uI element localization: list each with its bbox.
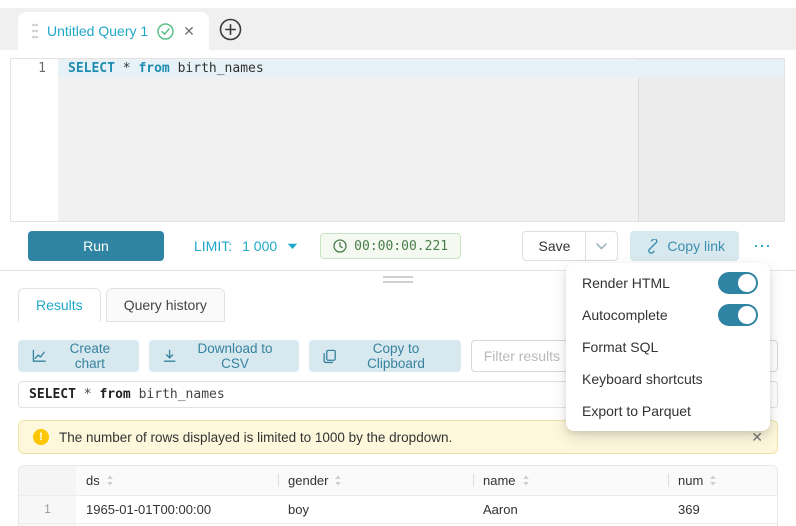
cell-name: Aaron <box>473 495 668 523</box>
menu-item-autocomplete[interactable]: Autocomplete <box>566 299 770 331</box>
menu-item-label: Export to Parquet <box>582 403 691 419</box>
new-tab-area <box>219 8 242 50</box>
copy-link-button[interactable]: Copy link <box>630 231 739 261</box>
editor-line-number: 1 <box>11 60 58 77</box>
chevron-down-icon <box>596 243 607 250</box>
sort-icon <box>106 475 114 486</box>
copy-link-label: Copy link <box>667 238 725 254</box>
caret-down-icon <box>287 243 298 250</box>
download-csv-label: Download to CSV <box>185 341 285 371</box>
banner-close-icon[interactable]: ✕ <box>751 429 763 446</box>
save-button[interactable]: Save <box>523 232 585 260</box>
add-tab-icon[interactable] <box>219 18 242 41</box>
column-label: gender <box>288 473 328 488</box>
query-tab-bar: Untitled Query 1 ✕ <box>0 8 796 50</box>
save-options-caret[interactable] <box>585 232 617 260</box>
clock-icon <box>333 239 347 253</box>
tab-query-history[interactable]: Query history <box>106 288 225 322</box>
drag-grip-icon <box>32 23 38 39</box>
limit-label: LIMIT: <box>194 238 232 254</box>
sql-keyword: SELECT <box>29 387 76 402</box>
menu-item-label: Format SQL <box>582 339 658 355</box>
column-label: num <box>678 473 703 488</box>
sql-identifier: birth_names <box>139 387 225 402</box>
table-header-row: ds gender name num <box>19 466 777 495</box>
query-timer-badge: 00:00:00.221 <box>320 233 461 259</box>
south-pane-tabs: Results Query history <box>18 288 225 322</box>
create-chart-button[interactable]: Create chart <box>18 340 139 372</box>
tab-close-icon[interactable]: ✕ <box>183 23 195 40</box>
sql-lab-page: Untitled Query 1 ✕ 1 SELECT * from bir <box>0 0 796 526</box>
more-options-icon[interactable]: ⋯ <box>753 237 772 255</box>
editor-code-line: SELECT * from birth_names <box>68 60 264 77</box>
warning-text: The number of rows displayed is limited … <box>59 430 741 445</box>
column-label: name <box>483 473 516 488</box>
copy-clipboard-button[interactable]: Copy to Clipboard <box>309 340 461 372</box>
sql-keyword: from <box>138 61 169 76</box>
menu-item-label: Keyboard shortcuts <box>582 371 703 387</box>
copy-clipboard-label: Copy to Clipboard <box>345 341 447 371</box>
render-html-toggle[interactable] <box>718 272 758 294</box>
menu-item-label: Autocomplete <box>582 307 668 323</box>
save-split-button: Save <box>522 231 618 261</box>
cell-ds: 1965-01-01T00:00:00 <box>76 495 278 523</box>
menu-item-label: Render HTML <box>582 275 670 291</box>
download-csv-button[interactable]: Download to CSV <box>149 340 299 372</box>
copy-icon <box>323 349 336 364</box>
table-row[interactable]: 1 1965-01-01T00:00:00 boy Aaron 369 <box>19 495 777 523</box>
column-header-name[interactable]: name <box>473 466 668 495</box>
limit-dropdown[interactable]: LIMIT: 1 000 <box>194 238 298 254</box>
query-tab-label: Untitled Query 1 <box>47 23 148 39</box>
menu-item-keyboard-shortcuts[interactable]: Keyboard shortcuts <box>566 363 770 395</box>
tab-results[interactable]: Results <box>18 288 101 322</box>
menu-item-export-parquet[interactable]: Export to Parquet <box>566 395 770 427</box>
pane-resize-handle[interactable] <box>383 276 413 286</box>
more-options-menu: Render HTML Autocomplete Format SQL Keyb… <box>566 263 770 431</box>
sql-keyword: from <box>99 387 130 402</box>
sort-icon <box>709 475 717 486</box>
timer-value: 00:00:00.221 <box>354 239 448 254</box>
sql-star: * <box>123 61 131 76</box>
query-success-check-icon <box>157 23 174 40</box>
download-icon <box>163 349 176 363</box>
cell-num: 369 <box>668 495 777 523</box>
sql-editor[interactable]: 1 SELECT * from birth_names <box>10 58 785 222</box>
column-label: ds <box>86 473 100 488</box>
sql-identifier: birth_names <box>178 61 264 76</box>
warning-icon: ! <box>33 429 49 445</box>
column-header-num[interactable]: num <box>668 466 777 495</box>
row-index-header <box>19 466 76 495</box>
editor-gutter <box>11 59 58 221</box>
sort-icon <box>522 475 530 486</box>
cell-gender: boy <box>278 495 473 523</box>
sort-icon <box>334 475 342 486</box>
chart-icon <box>32 349 46 363</box>
autocomplete-toggle[interactable] <box>718 304 758 326</box>
editor-print-margin <box>638 59 784 221</box>
menu-item-format-sql[interactable]: Format SQL <box>566 331 770 363</box>
menu-item-render-html[interactable]: Render HTML <box>566 267 770 299</box>
sql-star: * <box>84 387 92 402</box>
tab-untitled-query-1[interactable]: Untitled Query 1 ✕ <box>18 12 209 50</box>
results-table: ds gender name num <box>18 465 778 526</box>
row-index: 1 <box>19 495 76 523</box>
sql-keyword: SELECT <box>68 61 115 76</box>
column-header-ds[interactable]: ds <box>76 466 278 495</box>
link-icon <box>644 239 659 254</box>
column-header-gender[interactable]: gender <box>278 466 473 495</box>
limit-value: 1 000 <box>242 238 277 254</box>
create-chart-label: Create chart <box>55 341 125 371</box>
run-button[interactable]: Run <box>28 231 164 261</box>
